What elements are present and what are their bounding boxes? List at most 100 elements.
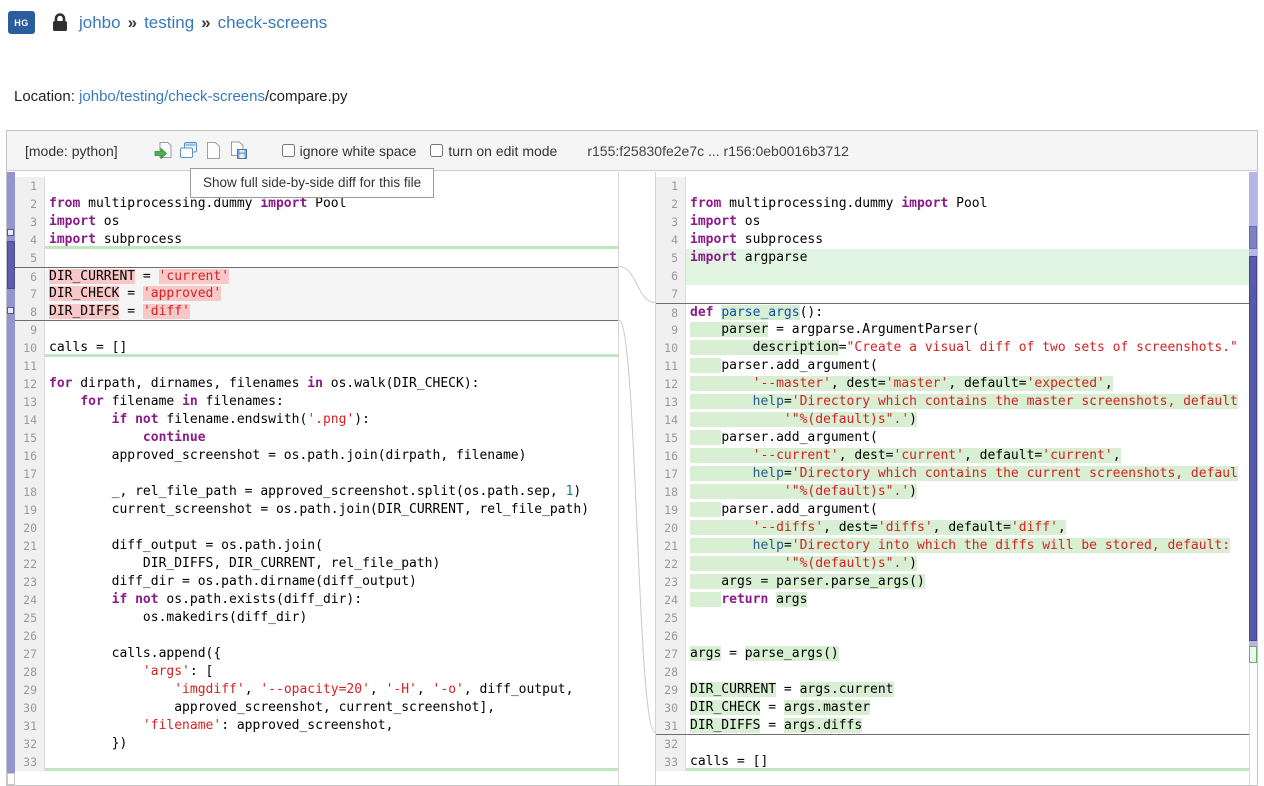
code-text: DIR_CHECK = 'approved' [45, 285, 618, 303]
code-text [45, 753, 618, 771]
line-number: 15 [656, 429, 686, 447]
show-full-diff-icon[interactable] [154, 141, 173, 160]
code-text [45, 627, 618, 645]
code-text [45, 357, 618, 375]
code-text: import subprocess [45, 231, 618, 249]
code-line: 28 'args': [ [15, 663, 618, 681]
code-text: for filename in filenames: [45, 393, 618, 411]
code-line: 30 approved_screenshot, current_screensh… [15, 699, 618, 717]
line-number: 32 [656, 735, 686, 753]
code-text: '"%(default)s".') [686, 411, 1249, 429]
code-text: help='Directory which contains the curre… [686, 465, 1249, 483]
file-location: Location: johbo/testing/check-screens/co… [14, 88, 348, 105]
code-line: 25 os.makedirs(diff_dir) [15, 609, 618, 627]
code-text: parser = argparse.ArgumentParser( [686, 321, 1249, 339]
code-line: 30DIR_CHECK = args.master [656, 699, 1249, 717]
code-line: 17 help='Directory which contains the cu… [656, 465, 1249, 483]
line-number: 2 [15, 195, 45, 213]
line-number: 16 [656, 447, 686, 465]
code-line: 32 [656, 735, 1249, 753]
line-number: 26 [15, 627, 45, 645]
code-line: 5import argparse [656, 249, 1249, 267]
code-text [45, 249, 618, 267]
code-line: 21 diff_output = os.path.join( [15, 537, 618, 555]
breadcrumb-link-repo[interactable]: check-screens [218, 13, 328, 33]
code-text: continue [45, 429, 618, 447]
code-line: 10 description="Create a visual diff of … [656, 339, 1249, 357]
code-line: 14 '"%(default)s".') [656, 411, 1249, 429]
code-line: 8def parse_args(): [656, 303, 1249, 321]
edit-mode-input[interactable] [430, 144, 443, 157]
scroll-add-marker [1249, 646, 1257, 663]
code-line: 3import os [15, 213, 618, 231]
line-number: 13 [656, 393, 686, 411]
line-number: 33 [15, 753, 45, 771]
code-text: DIR_DIFFS = 'diff' [45, 303, 618, 320]
scroll-change-marker[interactable] [1249, 256, 1257, 641]
code-text [686, 177, 1249, 195]
code-line: 5 [15, 249, 618, 267]
code-text: if not filename.endswith('.png'): [45, 411, 618, 429]
code-text: if not os.path.exists(diff_dir): [45, 591, 618, 609]
ignore-whitespace-input[interactable] [282, 144, 295, 157]
breadcrumb-link-group[interactable]: testing [144, 13, 194, 33]
code-line: 13 for filename in filenames: [15, 393, 618, 411]
edit-mode-checkbox[interactable]: turn on edit mode [430, 143, 557, 159]
ignore-whitespace-checkbox[interactable]: ignore white space [282, 143, 417, 159]
lock-icon [50, 12, 70, 33]
code-line: 8DIR_DIFFS = 'diff' [15, 303, 618, 321]
raw-diff-icon[interactable] [204, 141, 223, 160]
icon-tooltip: Show full side-by-side diff for this fil… [190, 168, 434, 198]
line-number: 19 [656, 501, 686, 519]
right-scrollbar-thumb[interactable] [1249, 226, 1257, 249]
code-line: 15 parser.add_argument( [656, 429, 1249, 447]
code-line: 12 '--master', dest='master', default='e… [656, 375, 1249, 393]
code-line: 6 [656, 267, 1249, 285]
diff-pane-modified[interactable]: 12from multiprocessing.dummy import Pool… [655, 172, 1249, 785]
ignore-whitespace-label: ignore white space [300, 143, 417, 159]
code-text: help='Directory which contains the maste… [686, 393, 1249, 411]
code-text: }) [45, 735, 618, 753]
code-text: calls = [] [686, 753, 1249, 771]
code-text: 'filename': approved_screenshot, [45, 717, 618, 735]
code-line: 16 '--current', dest='current', default=… [656, 447, 1249, 465]
line-number: 8 [656, 304, 686, 321]
code-text [45, 321, 618, 339]
right-scrollbar-rest [1249, 663, 1257, 785]
left-scrollbar[interactable] [7, 172, 15, 785]
scroll-change-marker[interactable] [7, 307, 14, 314]
line-number: 23 [656, 573, 686, 591]
hg-logo-icon[interactable]: HG [8, 11, 35, 34]
code-line: 28 [656, 663, 1249, 681]
code-line: 29DIR_CURRENT = args.current [656, 681, 1249, 699]
line-number: 11 [656, 357, 686, 375]
code-text: '--diffs', dest='diffs', default='diff', [686, 519, 1249, 537]
toolbar-icons [154, 141, 248, 160]
code-line: 4import subprocess [15, 231, 618, 249]
code-line: 17 [15, 465, 618, 483]
diff-connector-curves [619, 172, 655, 785]
line-number: 17 [656, 465, 686, 483]
code-text: approved_screenshot, current_screenshot]… [45, 699, 618, 717]
breadcrumb-link-user[interactable]: johbo [79, 13, 121, 33]
code-text: current_screenshot = os.path.join(DIR_CU… [45, 501, 618, 519]
breadcrumb-separator: » [201, 13, 210, 33]
line-number: 8 [15, 303, 45, 320]
diff-pane-original[interactable]: 12from multiprocessing.dummy import Pool… [15, 172, 619, 785]
mode-label: [mode: python] [25, 143, 118, 159]
line-number: 1 [15, 177, 45, 195]
side-by-side-diff-icon[interactable] [179, 141, 198, 160]
code-line: 11 parser.add_argument( [656, 357, 1249, 375]
line-number: 21 [656, 537, 686, 555]
line-number: 12 [656, 375, 686, 393]
right-scrollbar[interactable] [1249, 172, 1257, 785]
code-text: DIR_CURRENT = args.current [686, 681, 1249, 699]
code-text: diff_output = os.path.join( [45, 537, 618, 555]
breadcrumb: johbo » testing » check-screens [79, 13, 327, 33]
code-text [686, 627, 1249, 645]
location-path-link[interactable]: johbo/testing/check-screens [79, 88, 265, 105]
code-text: args = parse_args() [686, 645, 1249, 663]
left-scrollbar-thumb[interactable] [7, 241, 15, 289]
scroll-change-marker[interactable] [7, 229, 14, 236]
download-diff-icon[interactable] [229, 141, 248, 160]
